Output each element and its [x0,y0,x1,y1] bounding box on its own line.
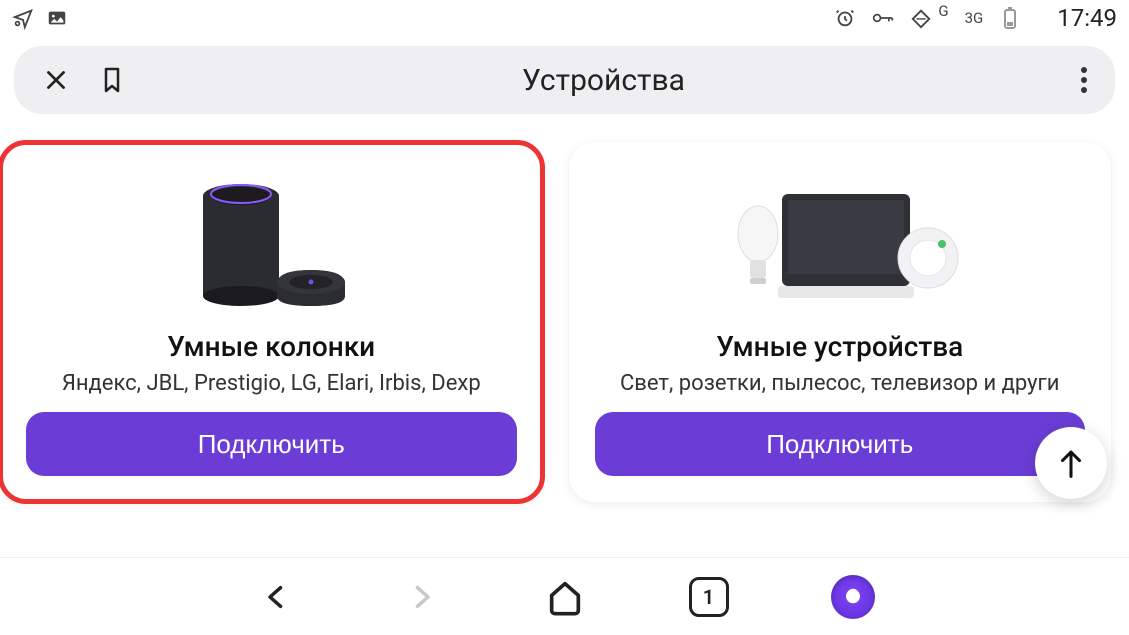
back-button[interactable] [255,575,299,619]
alice-icon [831,575,875,619]
page-title: Устройства [126,63,1081,98]
card-title: Умные колонки [167,330,375,363]
image-icon [46,7,68,29]
connect-button[interactable]: Подключить [595,412,1086,476]
home-button[interactable] [543,575,587,619]
smart-speaker-image [181,166,361,316]
signal-g-label: G [938,2,948,20]
address-bar: Устройства [14,46,1115,114]
bookmark-icon[interactable] [98,66,126,94]
smart-devices-image [720,166,960,316]
card-title: Умные устройства [716,330,963,363]
card-smart-devices[interactable]: Умные устройства Свет, розетки, пылесос,… [569,142,1112,502]
connect-button[interactable]: Подключить [26,412,517,476]
card-smart-speakers[interactable]: Умные колонки Яндекс, JBL, Prestigio, LG… [0,142,543,502]
alarm-icon [834,7,856,29]
vpn-key-icon [872,7,894,29]
location-icon [12,7,34,29]
scroll-top-button[interactable] [1035,427,1107,499]
tabs-button[interactable]: 1 [687,575,731,619]
wifi-icon [910,7,932,29]
tab-count: 1 [703,585,714,609]
clock-time: 17:49 [1057,4,1117,32]
forward-button[interactable] [399,575,443,619]
status-bar: G 3G 17:49 [0,0,1129,36]
bottom-nav: 1 [0,557,1129,635]
alice-assistant-button[interactable] [831,575,875,619]
content-area: Умные колонки Яндекс, JBL, Prestigio, LG… [0,124,1129,502]
battery-icon [999,7,1021,29]
more-menu-icon[interactable] [1081,67,1087,93]
close-icon[interactable] [42,66,70,94]
card-subtitle: Яндекс, JBL, Prestigio, LG, Elari, Irbis… [62,371,481,396]
signal-3g-label: 3G [965,9,984,27]
card-subtitle: Свет, розетки, пылесос, телевизор и друг… [620,371,1060,396]
